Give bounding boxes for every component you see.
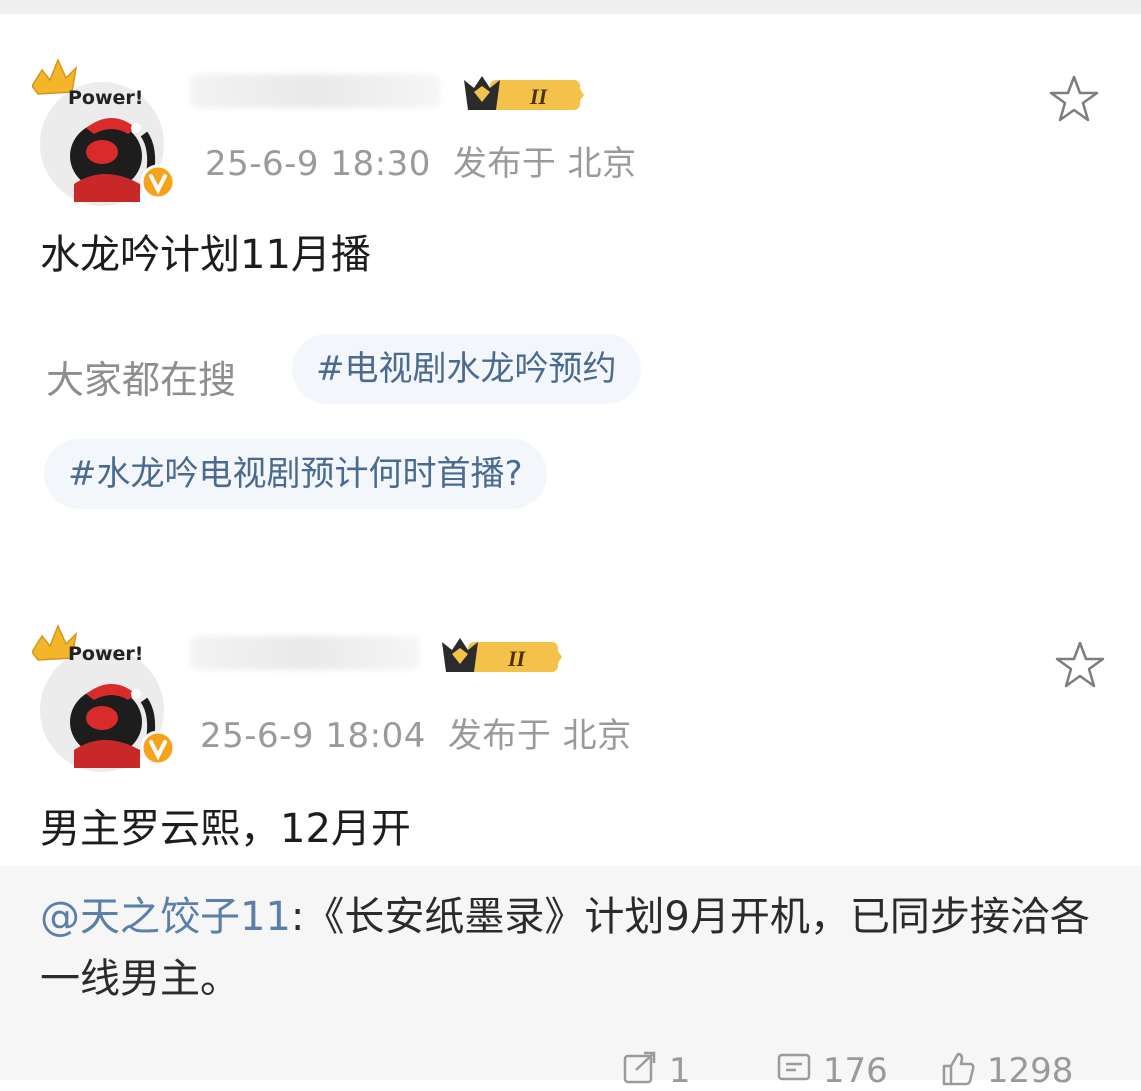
post-meta: 25-6-9 18:30 发布于 北京 (205, 136, 637, 185)
star-icon[interactable] (1046, 72, 1102, 128)
comment-count: 176 (822, 1051, 888, 1091)
avatar-text: Power! (68, 643, 144, 665)
like-button[interactable]: 1298 (940, 1050, 1073, 1091)
comment-button[interactable]: 176 (776, 1050, 888, 1091)
verified-badge-icon (140, 164, 176, 200)
action-bar: 1 176 1298 (0, 1050, 1141, 1091)
avatar[interactable]: Power! (32, 58, 176, 206)
hashtag-pill[interactable]: #电视剧水龙吟预约 (292, 334, 641, 404)
share-icon (623, 1051, 656, 1084)
top-divider-strip (0, 0, 1141, 14)
vip-level-text: II (507, 646, 527, 671)
avatar-text: Power! (68, 87, 144, 109)
repost-box[interactable]: @天之饺子11:《长安纸墨录》计划9月开机，已同步接洽各一线男主。 (0, 866, 1141, 1080)
like-count: 1298 (986, 1051, 1074, 1091)
post-content: 水龙吟计划11月播 (40, 232, 371, 278)
location: 发布于 北京 (452, 144, 637, 184)
avatar-art (32, 624, 176, 768)
star-icon[interactable] (1052, 638, 1108, 694)
search-label: 大家都在搜 (46, 358, 237, 402)
verified-badge-icon (140, 730, 176, 766)
timestamp: 25-6-9 18:30 (205, 144, 431, 184)
share-count: 1 (668, 1051, 691, 1091)
avatar[interactable]: Power! (32, 624, 176, 772)
mention-link[interactable]: @天之饺子11 (40, 894, 291, 940)
vip-crown-badge-icon[interactable]: II (462, 72, 584, 116)
share-button[interactable]: 1 (622, 1050, 690, 1091)
avatar-art (32, 58, 176, 202)
comment-icon (777, 1053, 811, 1081)
repost-text: @天之饺子11:《长安纸墨录》计划9月开机，已同步接洽各一线男主。 (40, 886, 1120, 1010)
username-blurred[interactable] (190, 636, 420, 670)
timestamp: 25-6-9 18:04 (200, 716, 426, 756)
like-icon (942, 1052, 975, 1086)
post-meta: 25-6-9 18:04 发布于 北京 (200, 708, 632, 757)
hashtag-pill[interactable]: #水龙吟电视剧预计何时首播? (44, 439, 547, 509)
vip-crown-badge-icon[interactable]: II (440, 634, 562, 678)
post-content: 男主罗云熙，12月开 (40, 806, 411, 852)
vip-level-text: II (529, 84, 549, 109)
post-card: Power! II 25-6-9 18:04 发布于 北京 男主罗云熙，12月开 … (0, 590, 1141, 1080)
username-blurred[interactable] (190, 74, 440, 108)
post-card: Power! II 25-6-9 18:30 发布于 北京 水龙吟计划11月播 大… (0, 14, 1141, 574)
location: 发布于 北京 (447, 716, 632, 756)
